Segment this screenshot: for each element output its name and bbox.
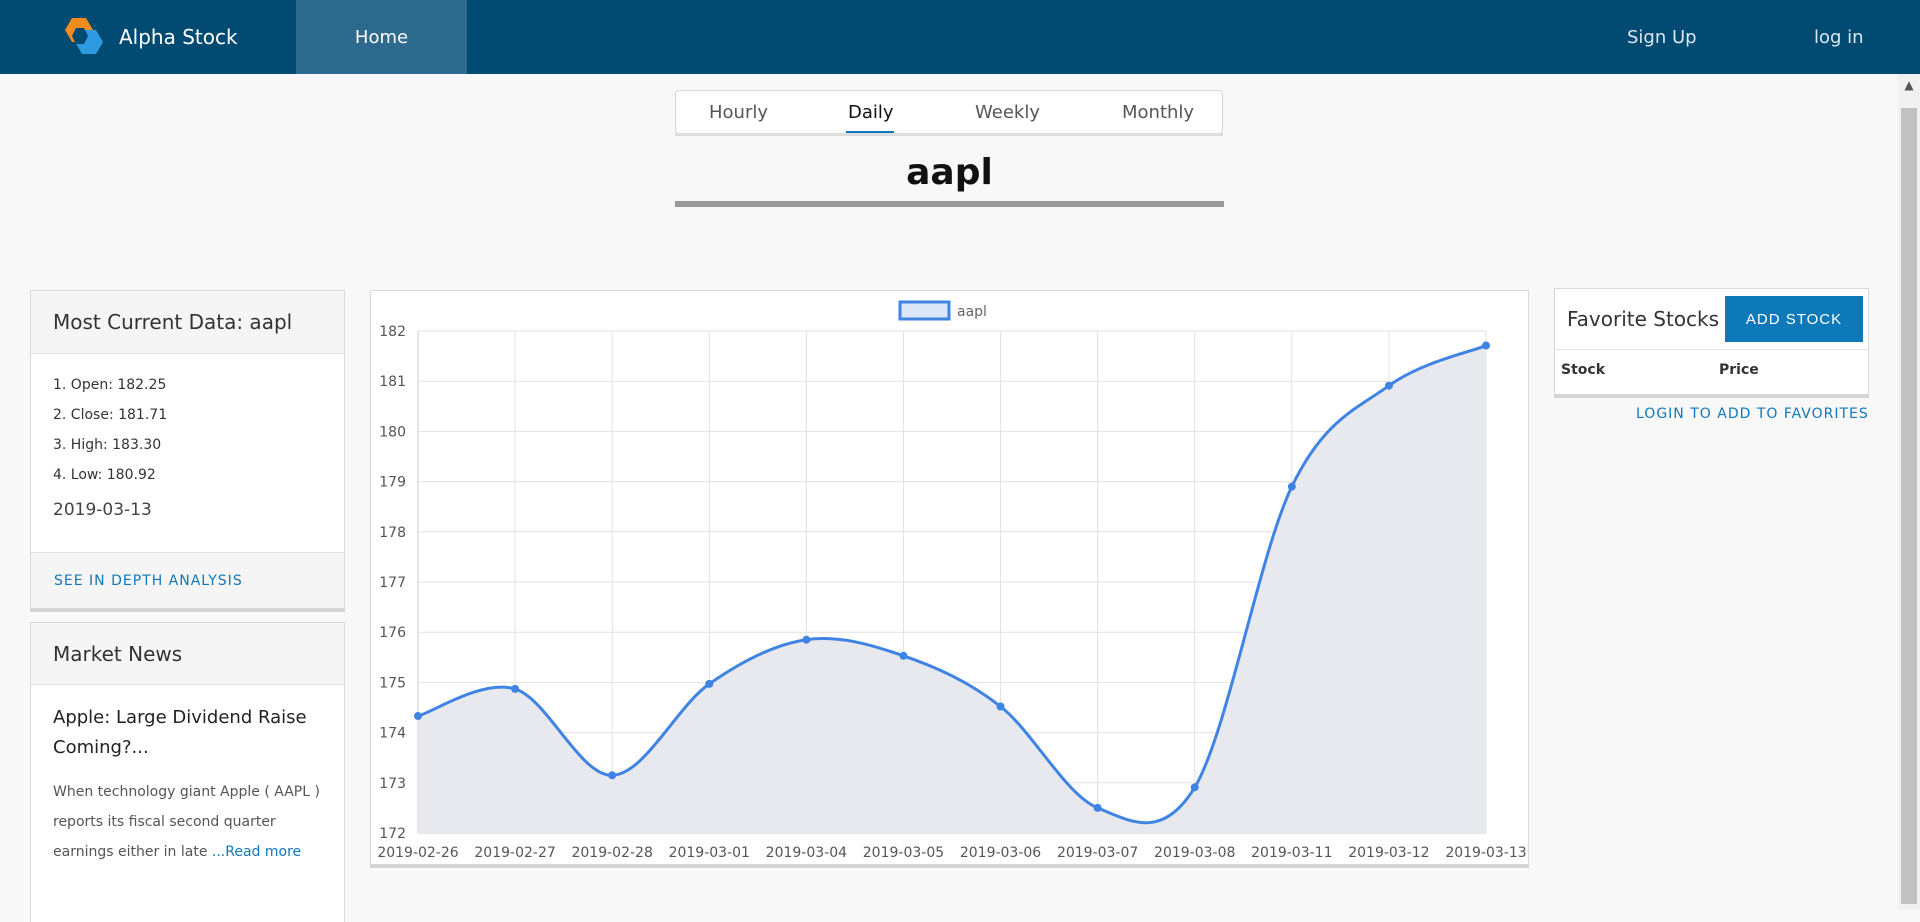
high-price: 3. High: 183.30 [53,437,162,453]
nav-home[interactable]: Home [296,0,467,74]
x-tick-label: 2019-03-05 [863,845,944,861]
legend-swatch [898,300,951,321]
tab-hourly[interactable]: Hourly [709,91,768,133]
y-tick-label: 177 [379,575,406,591]
price-chart-card: 172 173 174 175 176 177 178 179 180 181 182 2019-02… [370,290,1529,868]
data-point [608,771,617,780]
y-tick-label: 178 [379,525,406,541]
favorite-stocks-card: Favorite Stocks ADD STOCK Stock Price [1554,288,1869,398]
data-point [996,702,1005,711]
alpha-stock-logo-icon [65,18,103,54]
see-in-depth-analysis-link[interactable]: SEE IN DEPTH ANALYSIS [31,552,344,608]
x-tick-label: 2019-02-26 [377,845,458,861]
current-data-card: Most Current Data: aapl 1. Open: 182.25 … [30,290,345,612]
y-tick-label: 175 [379,675,406,691]
price-chart: 172 173 174 175 176 177 178 179 180 181 182 2019-02… [377,300,1527,861]
data-point [899,651,908,660]
page-scrollbar[interactable]: ▲ [1898,74,1920,910]
data-point [1287,482,1296,491]
y-tick-label: 174 [379,726,406,742]
data-point [1384,381,1393,390]
low-price: 4. Low: 180.92 [53,467,156,483]
price-list: 1. Open: 182.25 2. Close: 181.71 3. High… [31,354,344,490]
scroll-up-arrow-icon[interactable]: ▲ [1898,74,1920,96]
x-tick-label: 2019-03-07 [1057,845,1138,861]
news-headline[interactable]: Apple: Large Dividend Raise Coming?... [31,685,344,763]
y-tick-label: 182 [379,324,406,340]
news-summary: When technology giant Apple ( AAPL ) rep… [31,763,344,867]
y-tick-label: 181 [379,374,406,390]
legend-label: aapl [957,304,987,320]
x-tick-label: 2019-03-08 [1154,845,1235,861]
data-point [414,712,422,721]
x-tick-label: 2019-03-06 [960,845,1041,861]
data-point [802,635,811,644]
read-more-link[interactable]: ...Read more [212,844,301,860]
tab-daily[interactable]: Daily [848,91,894,133]
data-point [705,679,714,688]
favorites-table-header: Stock Price [1555,349,1868,394]
data-point [1190,783,1199,792]
y-tick-label: 176 [379,625,406,641]
scroll-thumb[interactable] [1901,108,1917,904]
add-stock-button[interactable]: ADD STOCK [1725,296,1863,342]
data-point [1482,341,1490,350]
brand[interactable]: Alpha Stock [58,16,238,58]
y-tick-label: 173 [379,776,406,792]
market-news-card: Market News Apple: Large Dividend Raise … [30,622,345,922]
data-point [511,684,520,693]
top-navbar: Alpha Stock Home Sign Up log in [0,0,1920,74]
sign-up-link[interactable]: Sign Up [1627,0,1697,74]
login-to-add-favorites-link[interactable]: LOGIN TO ADD TO FAVORITES [1636,406,1869,422]
tab-weekly[interactable]: Weekly [975,91,1040,133]
tabs-divider [675,133,1223,136]
series-area [418,345,1486,833]
x-tick-label: 2019-03-01 [669,845,750,861]
ticker-divider [675,201,1224,207]
y-tick-label: 179 [379,475,406,491]
interval-tabs: Hourly Daily Weekly Monthly [675,90,1223,134]
y-tick-label: 172 [379,826,406,842]
x-tick-label: 2019-02-28 [571,845,652,861]
x-tick-label: 2019-03-11 [1251,845,1332,861]
tab-monthly[interactable]: Monthly [1122,91,1194,133]
x-tick-label: 2019-03-04 [766,845,847,861]
close-price: 2. Close: 181.71 [53,407,168,423]
x-tick-label: 2019-02-27 [474,845,555,861]
brand-name: Alpha Stock [119,25,238,49]
current-data-title: Most Current Data: aapl [31,291,344,354]
column-price: Price [1719,362,1759,378]
log-in-link[interactable]: log in [1814,0,1864,74]
ticker-title: aapl [906,152,993,193]
market-news-title: Market News [31,623,344,685]
x-tick-label: 2019-03-12 [1348,845,1429,861]
column-stock: Stock [1561,362,1606,378]
data-date: 2019-03-13 [53,500,152,520]
data-point [1093,803,1102,812]
x-tick-label: 2019-03-13 [1445,845,1526,861]
open-price: 1. Open: 182.25 [53,377,167,393]
y-tick-label: 180 [379,424,406,440]
